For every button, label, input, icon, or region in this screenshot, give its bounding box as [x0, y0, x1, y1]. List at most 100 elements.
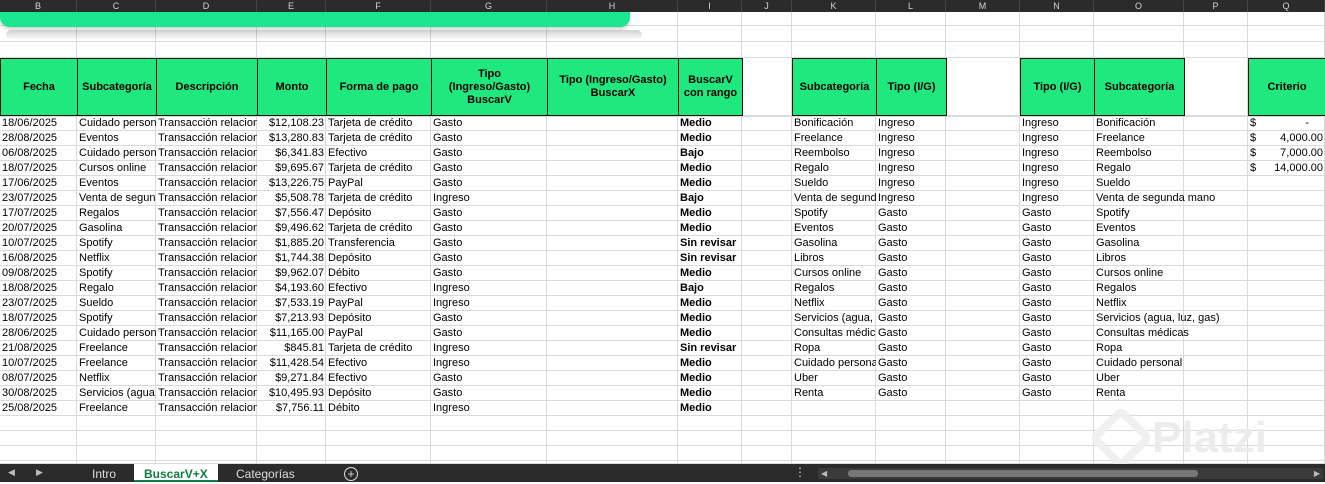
table-cell[interactable]: Regalo	[77, 281, 156, 296]
lookup2-subcategoria-cell[interactable]: Sueldo	[1094, 176, 1248, 191]
grid-cell[interactable]	[1248, 281, 1325, 296]
table-header-6[interactable]: Tipo (Ingreso/Gasto) BuscarV	[431, 58, 548, 116]
grid-cell[interactable]	[547, 42, 678, 58]
lookup2-tipo-cell[interactable]: Gasto	[1020, 281, 1094, 296]
grid-cell[interactable]	[431, 416, 547, 431]
lookup2-tipo-cell[interactable]: Gasto	[1020, 371, 1094, 386]
table-cell[interactable]: Netflix	[77, 251, 156, 266]
column-header-f[interactable]: F	[326, 0, 431, 12]
grid-cell[interactable]	[946, 206, 1020, 221]
criterio-cell[interactable]: $14,000.00	[1248, 161, 1325, 176]
table-cell[interactable]: 18/07/2025	[0, 161, 77, 176]
grid-cell[interactable]	[77, 42, 156, 58]
table-cell[interactable]: Tarjeta de crédito	[326, 116, 431, 131]
table-cell[interactable]: 09/08/2025	[0, 266, 77, 281]
table-cell[interactable]: Depósito	[326, 251, 431, 266]
lookup1-tipo-cell[interactable]: Ingreso	[876, 146, 946, 161]
lookup1-tipo-cell[interactable]: Gasto	[876, 236, 946, 251]
lookup1-subcategoria-cell[interactable]: Spotify	[792, 206, 876, 221]
lookup2-tipo-cell[interactable]: Ingreso	[1020, 131, 1094, 146]
grid-cell[interactable]	[1248, 266, 1325, 281]
lookup2-header-subcategoria[interactable]: Subcategoría	[1094, 58, 1185, 116]
table-cell[interactable]: Transacción relacionada	[156, 401, 257, 416]
table-cell[interactable]: Tarjeta de crédito	[326, 191, 431, 206]
grid-cell[interactable]	[742, 161, 792, 176]
table-cell[interactable]: Bajo	[678, 191, 742, 206]
tab-next-arrow-icon[interactable]: ▶	[36, 467, 43, 478]
grid-cell[interactable]	[742, 281, 792, 296]
grid-cell[interactable]	[1248, 42, 1325, 58]
table-cell[interactable]: Transacción relacionada	[156, 161, 257, 176]
column-header-b[interactable]: B	[0, 0, 77, 12]
table-cell[interactable]: $6,341.83	[257, 146, 326, 161]
grid-cell[interactable]	[1248, 236, 1325, 251]
grid-cell[interactable]	[946, 326, 1020, 341]
table-cell[interactable]: Transacción relacionada	[156, 176, 257, 191]
grid-cell[interactable]	[1248, 311, 1325, 326]
lookup2-tipo-cell[interactable]: Gasto	[1020, 236, 1094, 251]
table-cell[interactable]: Transacción relacionada	[156, 266, 257, 281]
lookup1-subcategoria-cell[interactable]: Regalos	[792, 281, 876, 296]
lookup2-tipo-cell[interactable]: Ingreso	[1020, 161, 1094, 176]
table-cell[interactable]: Gasto	[431, 251, 547, 266]
grid-cell[interactable]	[431, 431, 547, 446]
grid-cell[interactable]	[326, 42, 431, 58]
grid-cell[interactable]	[1020, 401, 1094, 416]
table-cell[interactable]: Transacción relacionada	[156, 236, 257, 251]
lookup1-tipo-cell[interactable]: Gasto	[876, 281, 946, 296]
table-cell[interactable]: Medio	[678, 296, 742, 311]
table-cell[interactable]: Tarjeta de crédito	[326, 161, 431, 176]
table-cell[interactable]: Medio	[678, 401, 742, 416]
table-cell[interactable]: Medio	[678, 176, 742, 191]
lookup2-subcategoria-cell[interactable]: Cursos online	[1094, 266, 1248, 281]
table-cell[interactable]: Ingreso	[431, 296, 547, 311]
grid-cell[interactable]	[678, 12, 742, 26]
more-options-dots-icon[interactable]: ⋮	[794, 465, 806, 479]
grid-cell[interactable]	[946, 26, 1020, 42]
lookup1-tipo-cell[interactable]: Ingreso	[876, 176, 946, 191]
lookup2-subcategoria-cell[interactable]: Renta	[1094, 386, 1248, 401]
lookup1-subcategoria-cell[interactable]: Gasolina	[792, 236, 876, 251]
grid-cell[interactable]	[946, 356, 1020, 371]
table-cell[interactable]: Spotify	[77, 266, 156, 281]
table-cell[interactable]: Sin revisar	[678, 251, 742, 266]
grid-cell[interactable]	[742, 206, 792, 221]
grid-cell[interactable]	[946, 221, 1020, 236]
lookup1-tipo-cell[interactable]: Gasto	[876, 341, 946, 356]
table-cell[interactable]: $10,495.93	[257, 386, 326, 401]
grid-cell[interactable]	[1248, 356, 1325, 371]
lookup1-tipo-cell[interactable]: Gasto	[876, 386, 946, 401]
table-cell[interactable]: Transacción relacionada	[156, 221, 257, 236]
table-cell[interactable]: Sueldo	[77, 296, 156, 311]
criterio-header[interactable]: Criterio	[1248, 58, 1325, 116]
table-cell[interactable]: Ingreso	[431, 341, 547, 356]
table-cell[interactable]	[547, 401, 678, 416]
table-cell[interactable]: PayPal	[326, 296, 431, 311]
table-cell[interactable]: Regalos	[77, 206, 156, 221]
table-cell[interactable]: Transacción relacionada	[156, 296, 257, 311]
grid-cell[interactable]	[946, 191, 1020, 206]
lookup1-subcategoria-cell[interactable]: Bonificación	[792, 116, 876, 131]
table-cell[interactable]: Gasto	[431, 161, 547, 176]
table-cell[interactable]	[547, 386, 678, 401]
grid-cell[interactable]	[742, 326, 792, 341]
table-cell[interactable]	[547, 356, 678, 371]
grid-cell[interactable]	[257, 416, 326, 431]
grid-cell[interactable]	[678, 446, 742, 461]
table-cell[interactable]: Transacción relacionada	[156, 131, 257, 146]
table-cell[interactable]: Medio	[678, 371, 742, 386]
lookup2-subcategoria-cell[interactable]: Regalos	[1094, 281, 1248, 296]
table-cell[interactable]: Transacción relacionada	[156, 356, 257, 371]
tab-categorias[interactable]: Categorías	[226, 464, 305, 482]
lookup1-tipo-cell[interactable]: Gasto	[876, 371, 946, 386]
lookup2-subcategoria-cell[interactable]: Netflix	[1094, 296, 1248, 311]
scrollbar-thumb[interactable]	[848, 470, 1198, 477]
table-cell[interactable]: Gasto	[431, 206, 547, 221]
lookup2-subcategoria-cell[interactable]: Regalo	[1094, 161, 1248, 176]
lookup1-subcategoria-cell[interactable]: Uber	[792, 371, 876, 386]
grid-cell[interactable]	[156, 416, 257, 431]
table-cell[interactable]: Eventos	[77, 176, 156, 191]
table-cell[interactable]: Sin revisar	[678, 236, 742, 251]
grid-cell[interactable]	[742, 131, 792, 146]
grid-cell[interactable]	[1184, 42, 1248, 58]
